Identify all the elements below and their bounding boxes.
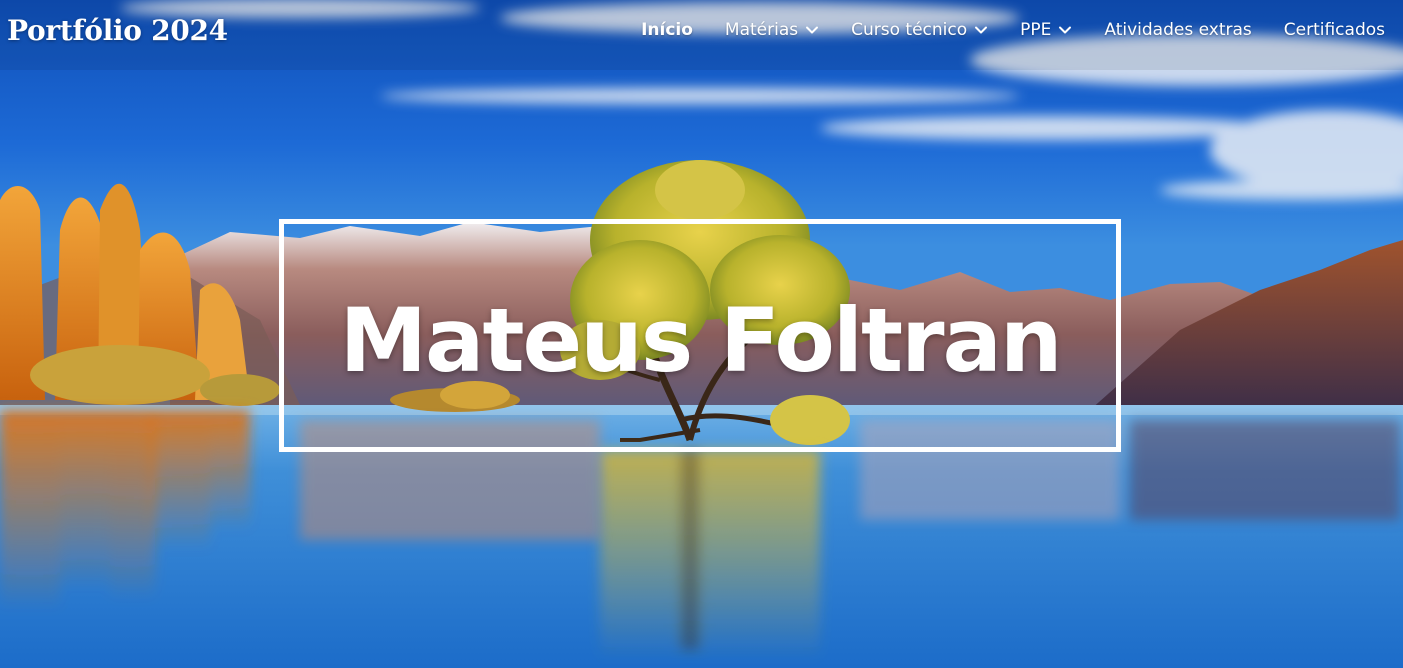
nav-item-materias[interactable]: Matérias — [725, 20, 819, 40]
nav-menu: Início Matérias Curso técnico PPE Ativid… — [609, 20, 1385, 40]
nav-item-label: PPE — [1020, 20, 1052, 40]
navbar: Portfólio 2024 Início Matérias Curso téc… — [0, 0, 1403, 68]
brand-title[interactable]: Portfólio 2024 — [7, 14, 228, 47]
chevron-down-icon — [806, 26, 819, 34]
nav-item-label: Início — [641, 20, 693, 40]
nav-item-label: Curso técnico — [851, 20, 968, 40]
hero-title-frame: Mateus Foltran — [279, 219, 1121, 452]
hero-section: Portfólio 2024 Início Matérias Curso téc… — [0, 0, 1403, 668]
nav-item-ppe[interactable]: PPE — [1020, 20, 1072, 40]
chevron-down-icon — [975, 26, 988, 34]
nav-item-certificados[interactable]: Certificados — [1284, 20, 1385, 40]
nav-item-inicio[interactable]: Início — [641, 20, 693, 40]
nav-item-label: Atividades extras — [1104, 20, 1252, 40]
hero-title: Mateus Foltran — [339, 289, 1062, 392]
nav-item-atividades-extras[interactable]: Atividades extras — [1104, 20, 1251, 40]
nav-item-label: Certificados — [1283, 20, 1385, 40]
chevron-down-icon — [1059, 26, 1072, 34]
nav-item-curso-tecnico[interactable]: Curso técnico — [851, 20, 988, 40]
nav-item-label: Matérias — [724, 20, 799, 40]
